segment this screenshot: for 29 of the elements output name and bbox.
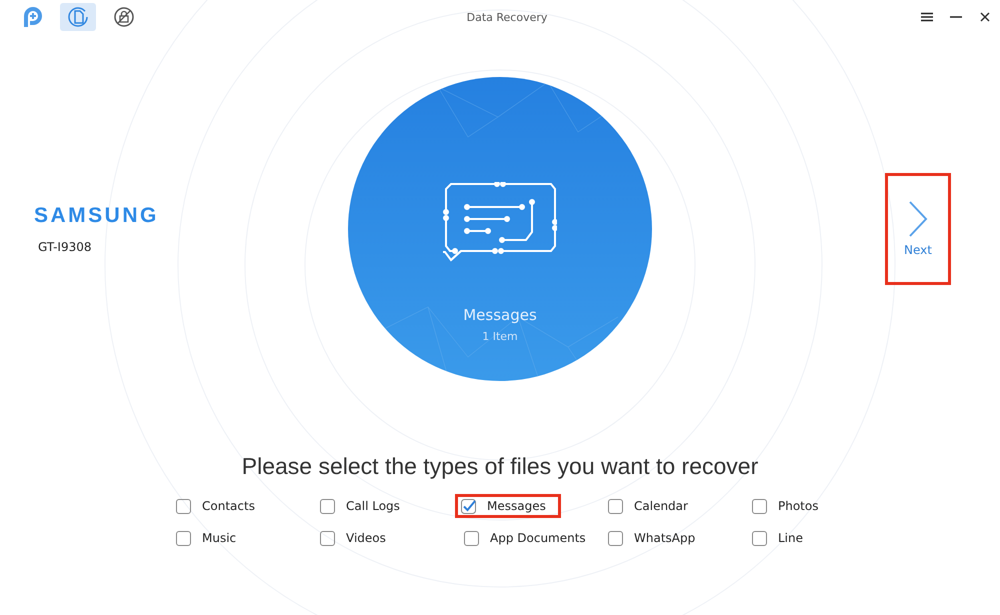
- document-refresh-icon[interactable]: [60, 3, 96, 31]
- file-type-checkbox[interactable]: Calendar: [602, 494, 694, 518]
- file-type-checkbox[interactable]: Videos: [314, 526, 392, 550]
- empty-box-icon: [320, 498, 335, 514]
- file-type-checkbox[interactable]: Messages: [455, 494, 561, 518]
- file-type-checkbox[interactable]: WhatsApp: [602, 526, 702, 550]
- empty-box-icon: [464, 530, 479, 546]
- empty-box-icon: [176, 530, 191, 546]
- file-type-checkbox[interactable]: Line: [746, 526, 810, 550]
- brand-logo: SAMSUNG: [34, 204, 159, 228]
- empty-box-icon: [608, 498, 623, 514]
- device-model: GT-I9308: [38, 240, 92, 254]
- checked-box-icon: [461, 498, 476, 514]
- window-title: Data Recovery: [466, 10, 548, 24]
- empty-box-icon: [320, 530, 335, 546]
- preview-count: 1 Item: [482, 330, 518, 343]
- empty-box-icon: [608, 530, 623, 546]
- file-type-checkbox[interactable]: App Documents: [458, 526, 592, 550]
- next-button[interactable]: Next: [885, 173, 951, 285]
- preview-title: Messages: [463, 306, 537, 324]
- file-type-checkbox[interactable]: Call Logs: [314, 494, 406, 518]
- instruction-text: Please select the types of files you want to recover: [240, 453, 760, 480]
- empty-box-icon: [176, 498, 191, 514]
- file-type-checkbox[interactable]: Contacts: [170, 494, 261, 518]
- file-type-checkbox[interactable]: Music: [170, 526, 242, 550]
- chevron-right-icon: [908, 201, 928, 237]
- empty-box-icon: [752, 530, 767, 546]
- empty-box-icon: [752, 498, 767, 514]
- file-type-checkbox[interactable]: Photos: [746, 494, 824, 518]
